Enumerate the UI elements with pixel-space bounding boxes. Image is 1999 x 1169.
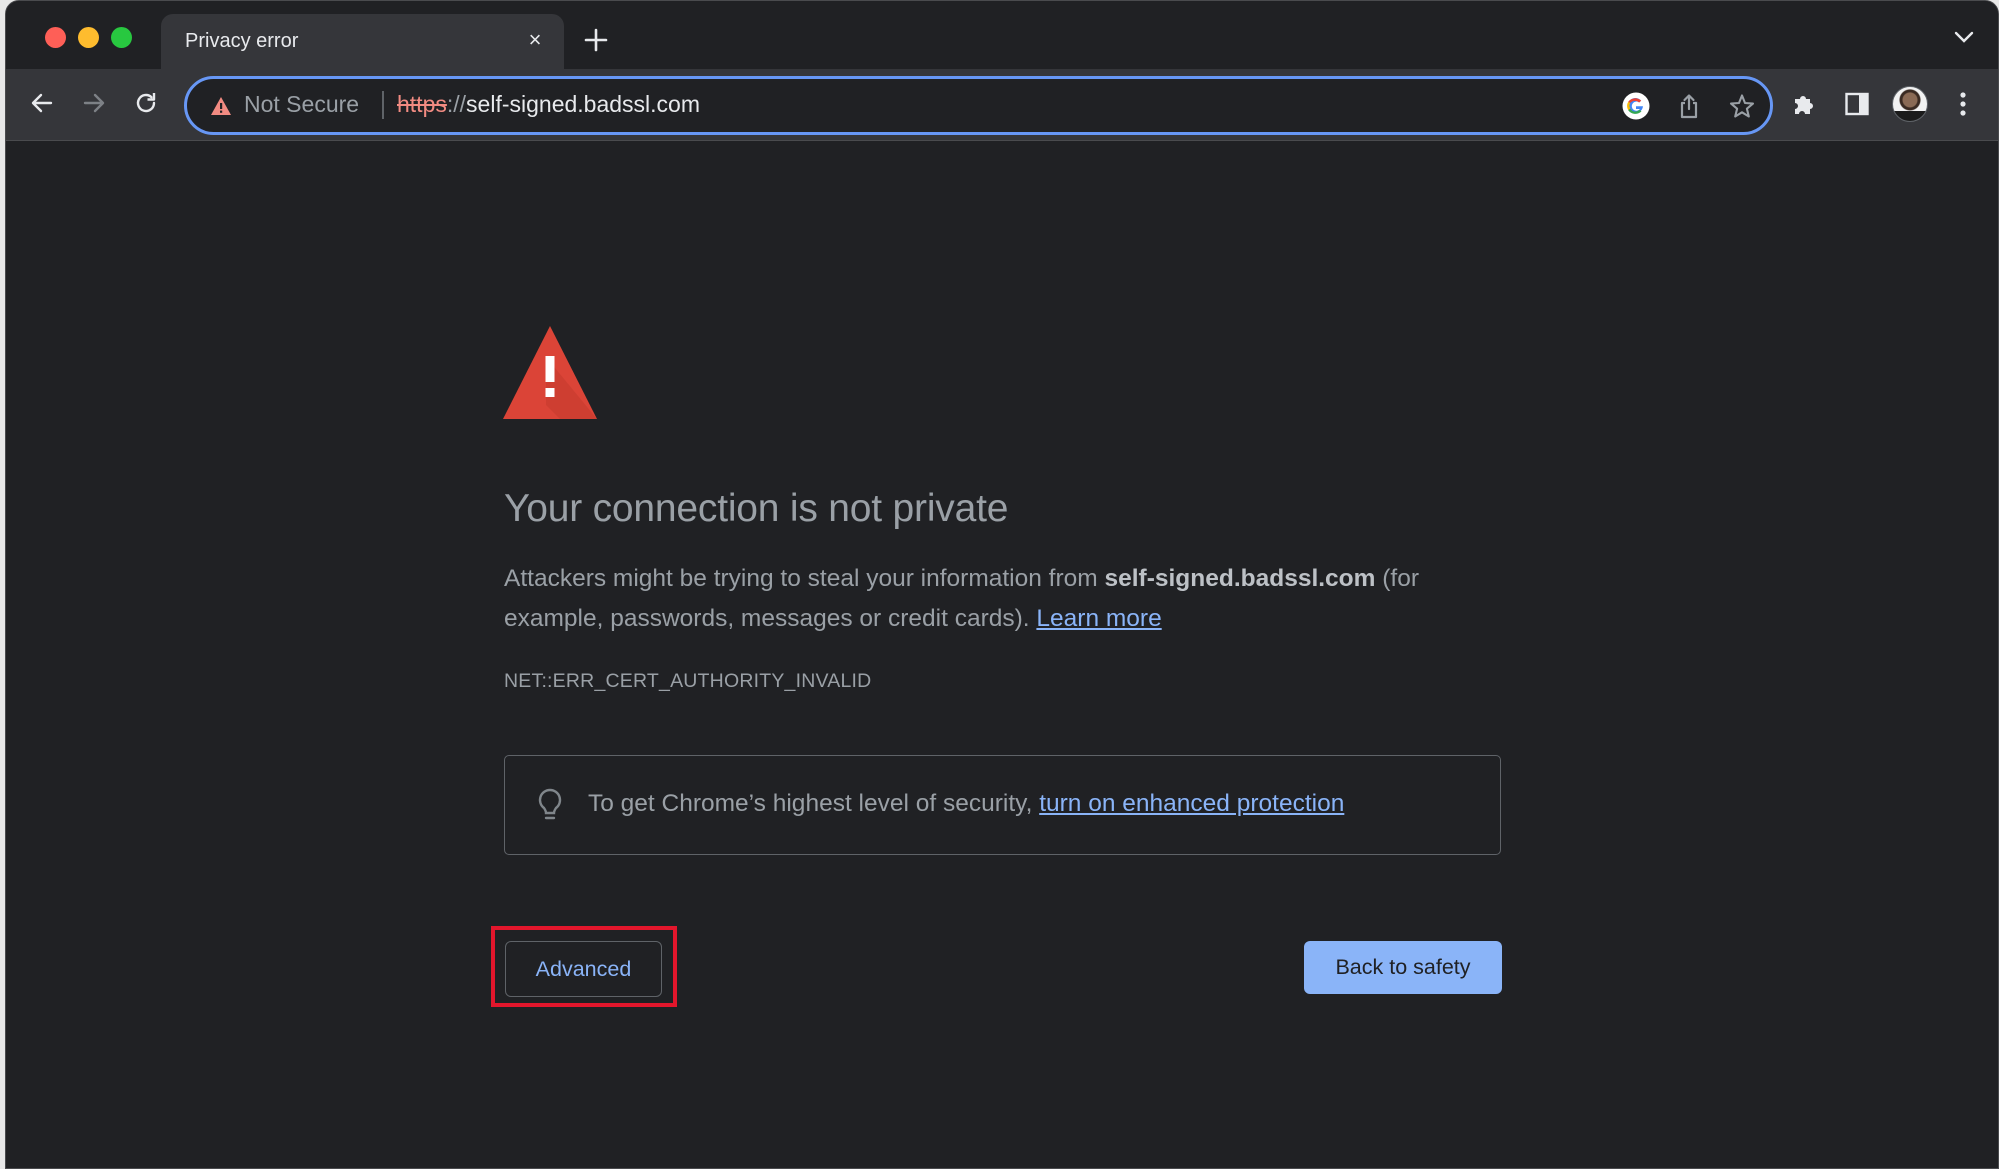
omnibox-divider xyxy=(382,91,384,119)
chevron-down-icon xyxy=(1954,31,1974,43)
google-icon xyxy=(1622,92,1650,120)
tab-close-icon[interactable]: × xyxy=(520,25,550,55)
url-text[interactable]: https://self-signed.badssl.com xyxy=(397,91,700,118)
profile-button[interactable] xyxy=(1891,85,1929,123)
enhanced-protection-link[interactable]: turn on enhanced protection xyxy=(1039,790,1344,817)
address-bar[interactable]: Not Secure https://self-signed.badssl.co… xyxy=(184,76,1773,135)
side-panel-button[interactable] xyxy=(1838,85,1876,123)
arrow-right-icon xyxy=(83,93,105,113)
error-code: NET::ERR_CERT_AUTHORITY_INVALID xyxy=(504,670,872,692)
toolbar: Not Secure https://self-signed.badssl.co… xyxy=(6,69,1998,141)
enhanced-protection-tip: To get Chrome’s highest level of securit… xyxy=(504,755,1501,855)
side-panel-icon xyxy=(1845,92,1869,116)
url-separator: :// xyxy=(446,91,467,117)
learn-more-link[interactable]: Learn more xyxy=(1036,605,1161,632)
tab-search-button[interactable] xyxy=(1952,27,1976,47)
puzzle-icon xyxy=(1795,96,1813,114)
tab-title: Privacy error xyxy=(185,30,299,52)
warning-triangle-icon xyxy=(503,326,597,419)
share-icon xyxy=(1680,94,1698,119)
arrow-left-icon xyxy=(31,93,53,113)
not-secure-label[interactable]: Not Secure xyxy=(244,91,359,118)
google-lens-button[interactable] xyxy=(1621,91,1651,121)
tip-text-label: To get Chrome’s highest level of securit… xyxy=(588,790,1040,817)
url-scheme: https xyxy=(397,91,447,117)
share-button[interactable] xyxy=(1674,91,1704,121)
advanced-button[interactable]: Advanced xyxy=(505,941,662,997)
browser-window: Privacy error × Not Secure https://self-… xyxy=(5,0,1999,1169)
site-host: self-signed.badssl.com xyxy=(1104,565,1376,592)
back-to-safety-button[interactable]: Back to safety xyxy=(1304,941,1502,994)
url-host: self-signed.badssl.com xyxy=(466,91,700,117)
window-maximize-button[interactable] xyxy=(111,27,132,48)
lightbulb-icon xyxy=(538,788,562,820)
tip-text: To get Chrome’s highest level of securit… xyxy=(588,790,1344,818)
extensions-button[interactable] xyxy=(1785,85,1823,123)
avatar xyxy=(1892,86,1928,122)
tab-privacy-error[interactable]: Privacy error × xyxy=(161,14,564,70)
back-button[interactable] xyxy=(24,85,60,121)
warning-icon[interactable] xyxy=(210,96,232,116)
plus-icon xyxy=(584,28,608,52)
description-text-start: Attackers might be trying to steal your … xyxy=(504,565,1105,592)
new-tab-button[interactable] xyxy=(581,25,611,55)
reload-icon xyxy=(136,93,156,113)
forward-button[interactable] xyxy=(76,85,112,121)
bookmark-button[interactable] xyxy=(1727,91,1757,121)
interstitial-page: Your connection is not private Attackers… xyxy=(6,141,1998,1168)
page-title: Your connection is not private xyxy=(504,487,1009,530)
reload-button[interactable] xyxy=(128,85,164,121)
star-icon xyxy=(1729,94,1755,118)
chrome-menu-button[interactable] xyxy=(1944,85,1982,123)
warning-description: Attackers might be trying to steal your … xyxy=(504,559,1489,639)
kebab-menu-icon xyxy=(1960,92,1966,116)
window-close-button[interactable] xyxy=(45,27,66,48)
window-minimize-button[interactable] xyxy=(78,27,99,48)
tab-strip: Privacy error × xyxy=(6,1,1998,70)
